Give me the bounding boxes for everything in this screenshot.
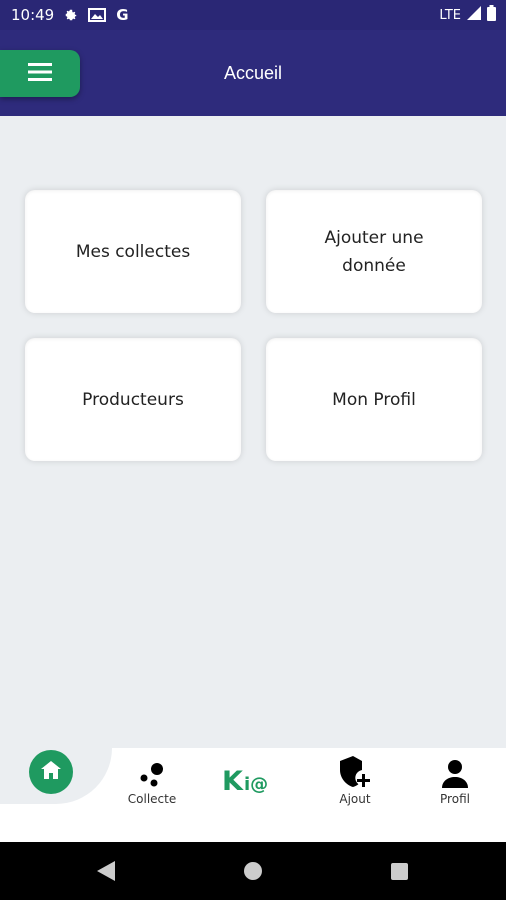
system-nav-bar [0, 842, 506, 900]
card-producteurs[interactable]: Producteurs [25, 338, 241, 461]
home-circle-icon[interactable] [244, 862, 262, 884]
home-icon [41, 761, 61, 783]
dashboard-grid: Mes collectes Ajouter une donnée Product… [25, 190, 482, 462]
card-label: Mes collectes [75, 241, 191, 262]
status-bar: 10:49 G LTE [0, 0, 506, 30]
battery-icon [487, 5, 496, 25]
back-icon[interactable] [97, 861, 115, 885]
shield-plus-icon [315, 756, 395, 788]
home-button[interactable] [29, 750, 73, 794]
network-label: LTE [439, 7, 461, 23]
status-right: LTE [439, 0, 496, 30]
gear-icon [64, 8, 78, 22]
logo-k: K [222, 766, 243, 797]
app-bar: Accueil [0, 30, 506, 116]
card-mon-profil[interactable]: Mon Profil [266, 338, 482, 461]
logo-at: @ [250, 774, 269, 795]
nav-ajout[interactable]: Ajout [315, 756, 395, 806]
person-icon [415, 756, 495, 788]
recents-icon[interactable] [391, 863, 408, 884]
card-label: Producteurs [82, 389, 184, 410]
card-ajouter-donnee[interactable]: Ajouter une donnée [266, 190, 482, 313]
nav-label: Collecte [127, 792, 177, 806]
bottom-nav: Collecte Ki@ Ajout Profil [0, 748, 506, 842]
kia-logo[interactable]: Ki@ [222, 764, 286, 800]
nav-collecte[interactable]: Collecte [112, 756, 192, 806]
google-icon: G [116, 6, 129, 24]
dots-icon [112, 756, 192, 788]
nav-profil[interactable]: Profil [415, 756, 495, 806]
status-time: 10:49 [11, 6, 55, 24]
nav-label: Profil [440, 792, 470, 806]
card-label: Ajouter une donnée [324, 227, 424, 276]
nav-label: Ajout [339, 792, 371, 806]
image-icon [88, 8, 107, 22]
page-title: Accueil [223, 63, 283, 83]
card-label: Mon Profil [332, 389, 416, 410]
signal-icon [467, 6, 481, 24]
card-mes-collectes[interactable]: Mes collectes [25, 190, 241, 313]
